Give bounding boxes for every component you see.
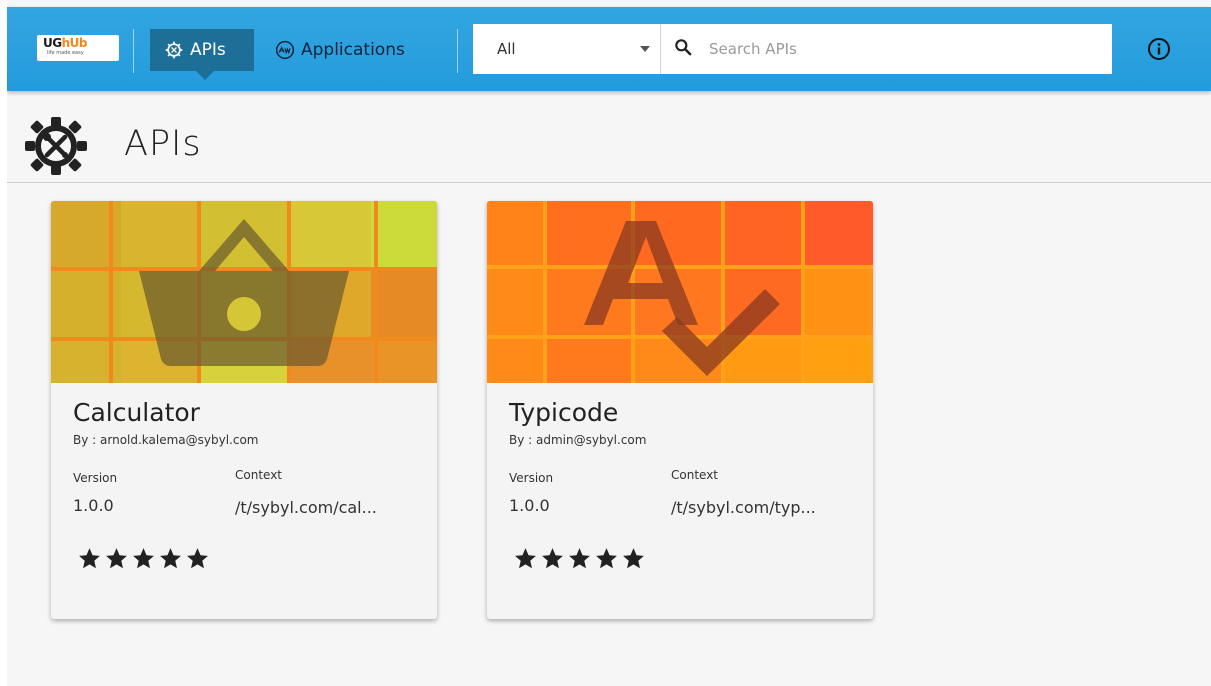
- nav-tab-applications-label: Applications: [301, 40, 405, 60]
- info-icon[interactable]: [1147, 37, 1171, 61]
- nav-tab-applications[interactable]: Applications: [275, 29, 405, 71]
- nav-tab-apis-label: APIs: [190, 40, 226, 60]
- context-label: Context: [235, 468, 283, 482]
- app-logo[interactable]: UGhUb life made easy: [37, 35, 119, 61]
- search-box: [661, 24, 1112, 74]
- version-value: 1.0.0: [509, 496, 550, 515]
- star-icon[interactable]: [540, 546, 565, 571]
- star-icon[interactable]: [513, 546, 538, 571]
- page-title: APIs: [124, 124, 202, 164]
- star-icon[interactable]: [594, 546, 619, 571]
- logo-wordmark: UGhUb: [43, 36, 87, 50]
- search-icon[interactable]: [673, 37, 693, 61]
- star-icon[interactable]: [567, 546, 592, 571]
- api-name[interactable]: Typicode: [509, 398, 618, 427]
- context-label: Context: [671, 468, 719, 482]
- version-value: 1.0.0: [73, 496, 114, 515]
- top-bar: UGhUb life made easy APIs Applications A…: [7, 7, 1211, 91]
- logo-tagline: life made easy: [47, 50, 84, 56]
- nav-divider: [133, 29, 134, 73]
- api-author: By : arnold.kalema@sybyl.com: [73, 433, 259, 447]
- search-filter-value: All: [497, 40, 516, 58]
- star-icon[interactable]: [621, 546, 646, 571]
- rating-stars[interactable]: [513, 546, 648, 571]
- apis-settings-gear-icon: [23, 115, 89, 181]
- version-label: Version: [509, 471, 554, 485]
- api-card-calculator[interactable]: Calculator By : arnold.kalema@sybyl.com …: [51, 201, 437, 619]
- search-divider: [457, 29, 458, 73]
- api-thumbnail[interactable]: [487, 201, 873, 383]
- left-edge: [0, 0, 7, 686]
- applications-icon: [275, 40, 295, 60]
- context-value: /t/sybyl.com/typ...: [671, 498, 816, 517]
- active-tab-indicator: [196, 71, 214, 80]
- apis-gear-icon: [164, 40, 184, 60]
- star-icon[interactable]: [104, 546, 129, 571]
- search-input[interactable]: [709, 40, 1089, 58]
- star-icon[interactable]: [77, 546, 102, 571]
- dropdown-arrow-icon: [640, 46, 650, 52]
- star-icon[interactable]: [131, 546, 156, 571]
- version-label: Version: [73, 471, 118, 485]
- api-thumbnail[interactable]: [51, 201, 437, 383]
- context-value: /t/sybyl.com/cal...: [235, 498, 377, 517]
- api-name[interactable]: Calculator: [73, 398, 200, 427]
- star-icon[interactable]: [158, 546, 183, 571]
- rating-stars[interactable]: [77, 546, 212, 571]
- page-header: APIs: [7, 91, 1211, 183]
- api-card-typicode[interactable]: Typicode By : admin@sybyl.com Version Co…: [487, 201, 873, 619]
- search-filter-select[interactable]: All: [473, 24, 661, 74]
- star-icon[interactable]: [185, 546, 210, 571]
- nav-tab-apis[interactable]: APIs: [150, 29, 254, 80]
- api-author: By : admin@sybyl.com: [509, 433, 647, 447]
